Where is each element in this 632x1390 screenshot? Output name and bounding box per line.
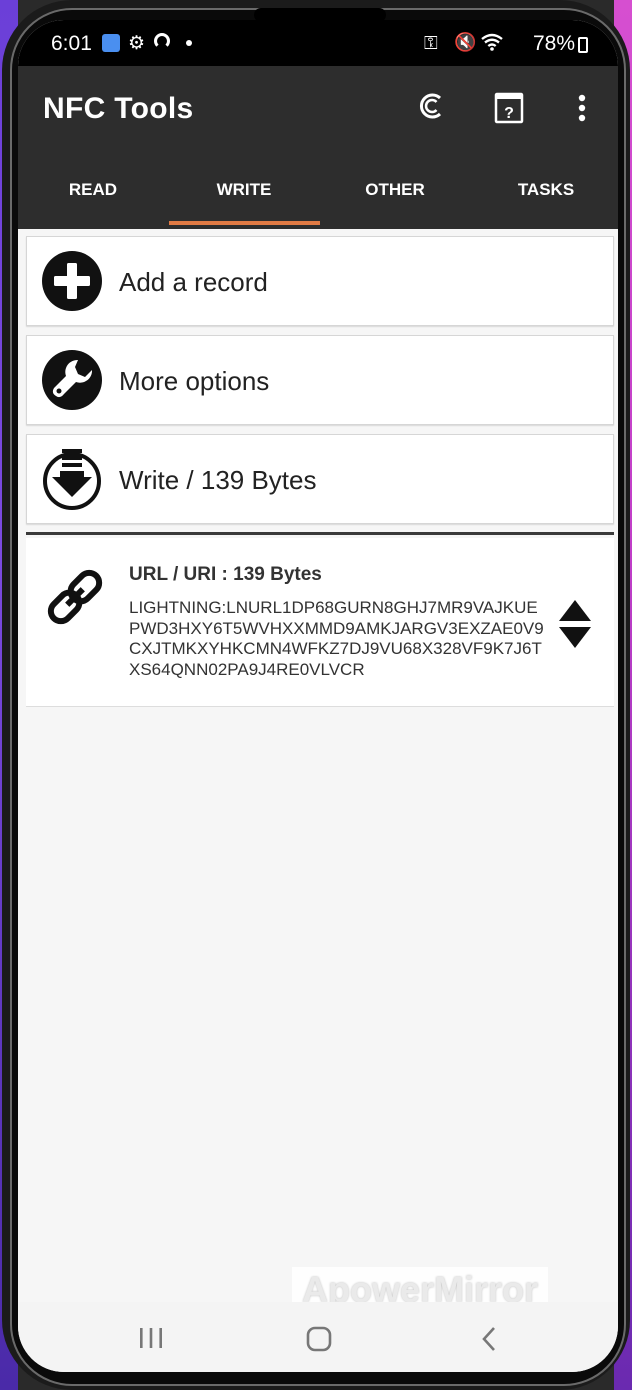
battery-percent: 78% xyxy=(533,32,576,55)
record-value: LIGHTNING:LNURL1DP68GURN8GHJ7MR9VAJKUEPW… xyxy=(129,598,544,679)
phone-frame: 6:01 ⚙ ⚿ 🔇 78% NFC Tools ? READ WRITE OT… xyxy=(2,0,630,1390)
status-bar: 6:01 ⚙ ⚿ 🔇 78% xyxy=(18,20,618,66)
mute-icon: 🔇 xyxy=(454,32,477,52)
link-icon xyxy=(47,569,103,625)
wrench-icon xyxy=(42,350,102,410)
download-icon xyxy=(43,449,101,510)
app-notification-icon xyxy=(102,34,120,52)
sync-notification-icon xyxy=(154,33,170,49)
write-button[interactable]: Write / 139 Bytes xyxy=(26,434,614,524)
home-icon[interactable] xyxy=(306,1326,332,1352)
navigation-bar xyxy=(18,1302,618,1372)
camera-notch xyxy=(254,8,386,22)
more-notifications-dot-icon xyxy=(186,40,192,46)
more-vert-icon[interactable] xyxy=(578,94,586,122)
help-icon[interactable]: ? xyxy=(494,92,524,124)
plus-circle-icon xyxy=(42,251,102,311)
app-title: NFC Tools xyxy=(43,92,194,125)
tab-tasks[interactable]: TASKS xyxy=(471,168,618,229)
more-options-label: More options xyxy=(119,366,270,396)
add-record-label: Add a record xyxy=(119,267,268,297)
app-bar: NFC Tools ? READ WRITE OTHER TASKS xyxy=(18,66,618,229)
write-label: Write / 139 Bytes xyxy=(119,465,317,495)
wifi-icon xyxy=(480,32,504,57)
recent-apps-icon[interactable] xyxy=(138,1326,164,1350)
more-options-button[interactable]: More options xyxy=(26,335,614,425)
crypto-icon[interactable] xyxy=(418,92,446,120)
vpn-key-icon: ⚿ xyxy=(424,33,438,53)
add-record-button[interactable]: Add a record xyxy=(26,236,614,326)
tab-bar: READ WRITE OTHER TASKS xyxy=(18,168,618,229)
tab-read[interactable]: READ xyxy=(18,168,168,229)
reorder-arrows-icon[interactable] xyxy=(558,598,592,650)
record-title: URL / URI : 139 Bytes xyxy=(129,564,322,585)
tab-other[interactable]: OTHER xyxy=(320,168,470,229)
battery-icon xyxy=(578,37,588,53)
svg-text:?: ? xyxy=(504,105,514,122)
screen: 6:01 ⚙ ⚿ 🔇 78% NFC Tools ? READ WRITE OT… xyxy=(18,20,618,1372)
record-list-item[interactable]: URL / URI : 139 Bytes LIGHTNING:LNURL1DP… xyxy=(26,538,614,707)
section-divider xyxy=(26,532,614,535)
settings-notification-icon: ⚙ xyxy=(128,33,146,54)
status-time: 6:01 xyxy=(51,32,92,55)
back-icon[interactable] xyxy=(480,1326,498,1352)
active-tab-indicator xyxy=(169,221,320,225)
tab-write[interactable]: WRITE xyxy=(169,168,319,229)
